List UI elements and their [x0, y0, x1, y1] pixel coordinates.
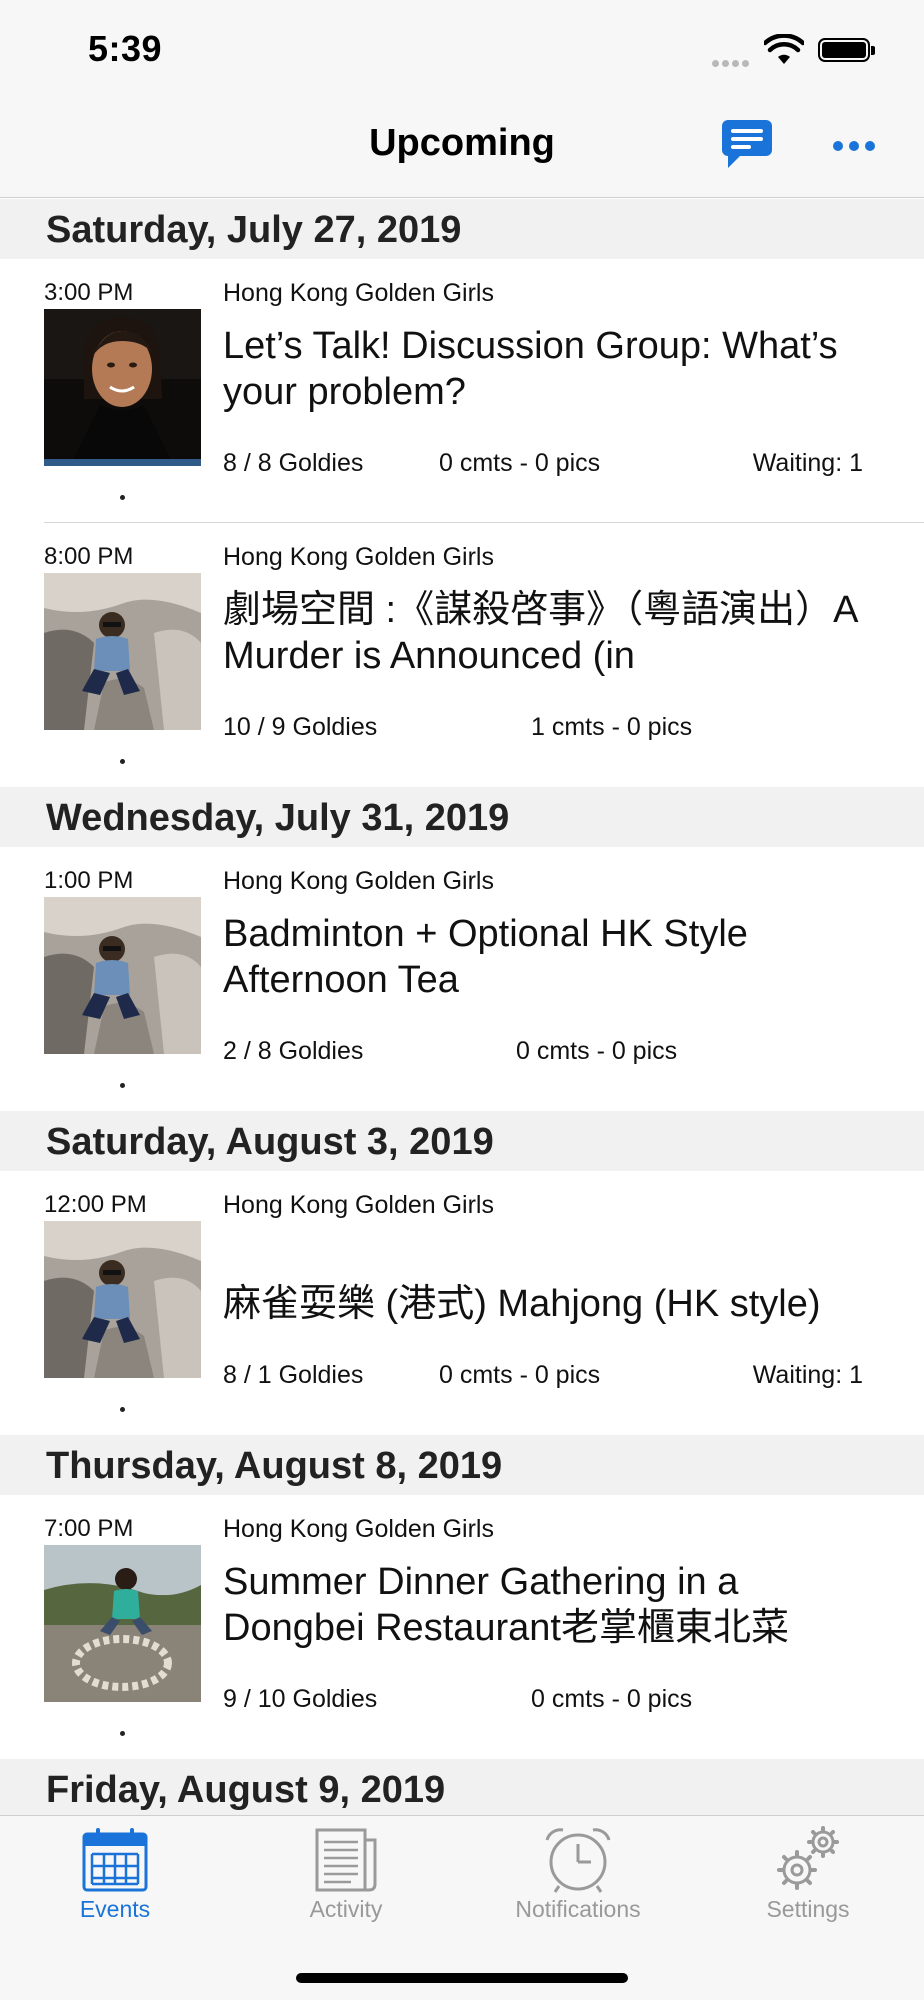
day-header: Wednesday, July 31, 2019: [0, 787, 924, 847]
status-time: 5:39: [88, 28, 163, 69]
comment-count: 0 cmts - 0 pics: [531, 1685, 693, 1713]
day-header: Saturday, July 27, 2019: [0, 199, 924, 259]
page-title: Upcoming: [369, 122, 555, 164]
battery-icon: [818, 38, 875, 62]
event-time: 8:00 PM: [44, 543, 134, 570]
day-header: Friday, August 9, 2019: [0, 1759, 924, 1815]
navigation-bar: Upcoming: [0, 100, 924, 198]
cellular-signal-icon: [712, 54, 756, 67]
tab-label: Activity: [309, 1896, 383, 1922]
more-button[interactable]: [830, 136, 878, 156]
tab-notifications[interactable]: Notifications: [478, 1824, 678, 1936]
event-dot: [120, 1083, 125, 1088]
attendee-count: 8 / 8 Goldies: [223, 449, 364, 477]
chat-bubble-icon: [722, 120, 772, 168]
event-title: 劇場空間 :《謀殺啓事》（粵語演出）A Murder is Announced …: [223, 589, 857, 677]
event-group: Hong Kong Golden Girls: [223, 1191, 494, 1219]
event-photo: [44, 1545, 201, 1702]
event-photo: [44, 309, 201, 466]
event-dot: [120, 1407, 125, 1412]
tab-label: Settings: [766, 1896, 850, 1922]
comment-count: 1 cmts - 0 pics: [531, 713, 693, 741]
event-row[interactable]: 3:00 PM Hong Kong Golden Girls Let’s Tal…: [0, 259, 924, 523]
home-indicator: [296, 1973, 628, 1983]
event-title: Badminton + Optional HK Style Afternoon …: [223, 913, 748, 1001]
comment-count: 0 cmts - 0 pics: [439, 1361, 601, 1389]
event-row[interactable]: 7:00 PM Hong Kong Golden Girls Summer Di…: [0, 1495, 924, 1759]
calendar-icon: [82, 1828, 148, 1892]
gears-icon: [777, 1826, 839, 1890]
event-photo: [44, 573, 201, 730]
event-time: 12:00 PM: [44, 1191, 147, 1218]
event-title: 麻雀耍樂 (港式) Mahjong (HK style): [223, 1283, 821, 1325]
attendee-count: 9 / 10 Goldies: [223, 1685, 378, 1713]
event-time: 7:00 PM: [44, 1515, 134, 1542]
event-photo: [44, 897, 201, 1054]
event-group: Hong Kong Golden Girls: [223, 1515, 494, 1543]
status-bar: 5:39: [0, 0, 924, 100]
tab-settings[interactable]: Settings: [708, 1824, 908, 1936]
attendee-count: 2 / 8 Goldies: [223, 1037, 364, 1065]
event-dot: [120, 495, 125, 500]
attendee-count: 8 / 1 Goldies: [223, 1361, 364, 1389]
event-row[interactable]: 12:00 PM Hong Kong Golden Girls 麻雀耍樂 (港式…: [0, 1171, 924, 1435]
more-icon: [833, 141, 875, 151]
tab-activity[interactable]: Activity: [246, 1824, 446, 1936]
event-photo: [44, 1221, 201, 1378]
event-time: 1:00 PM: [44, 867, 134, 894]
tab-label: Events: [79, 1896, 151, 1922]
tab-events[interactable]: Events: [15, 1824, 215, 1936]
tab-bar: Events Activity Notifications Settings: [0, 1815, 924, 2000]
wifi-icon: [764, 34, 804, 64]
comment-count: 0 cmts - 0 pics: [439, 449, 601, 477]
event-group: Hong Kong Golden Girls: [223, 279, 494, 307]
event-group: Hong Kong Golden Girls: [223, 543, 494, 571]
event-dot: [120, 1731, 125, 1736]
event-row[interactable]: 8:00 PM Hong Kong Golden Girls 劇場空間 :《謀殺…: [0, 523, 924, 787]
newspaper-icon: [315, 1828, 377, 1892]
attendee-count: 10 / 9 Goldies: [223, 713, 378, 741]
event-title: Summer Dinner Gathering in a Dongbei Res…: [223, 1561, 789, 1649]
chat-button[interactable]: [718, 116, 778, 172]
event-title: Let’s Talk! Discussion Group: What’s you…: [223, 325, 838, 413]
event-time: 3:00 PM: [44, 279, 134, 306]
waiting-count: Waiting: 1: [752, 449, 863, 477]
tab-label: Notifications: [515, 1896, 641, 1922]
event-list[interactable]: Saturday, July 27, 2019 3:00 PM Hong Kon…: [0, 199, 924, 1815]
day-header: Saturday, August 3, 2019: [0, 1111, 924, 1171]
day-header: Thursday, August 8, 2019: [0, 1435, 924, 1495]
waiting-count: Waiting: 1: [752, 1361, 863, 1389]
event-group: Hong Kong Golden Girls: [223, 867, 494, 895]
comment-count: 0 cmts - 0 pics: [516, 1037, 678, 1065]
alarm-clock-icon: [545, 1828, 611, 1893]
event-dot: [120, 759, 125, 764]
event-row[interactable]: 1:00 PM Hong Kong Golden Girls Badminton…: [0, 847, 924, 1111]
